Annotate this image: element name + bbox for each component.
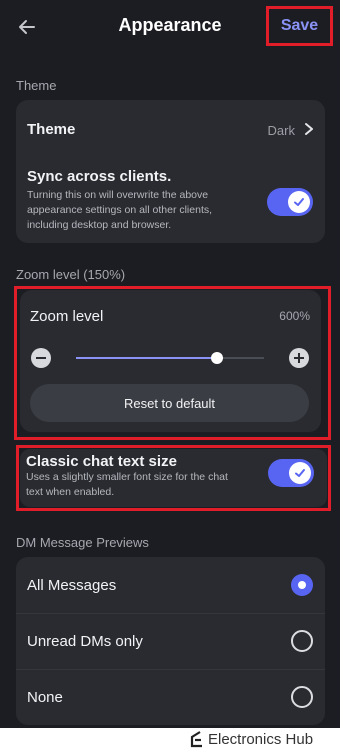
theme-section-label: Theme bbox=[16, 78, 57, 93]
sync-row: Sync across clients. Turning this on wil… bbox=[16, 158, 325, 243]
sync-row-title: Sync across clients. bbox=[27, 168, 172, 185]
radio-dot bbox=[298, 581, 306, 589]
chevron-right-icon bbox=[305, 123, 313, 135]
classic-chat-toggle[interactable] bbox=[268, 459, 314, 487]
option-unread-dms-only[interactable]: Unread DMs only bbox=[16, 613, 325, 669]
sync-row-description: Turning this on will overwrite the above… bbox=[27, 189, 213, 231]
top-bar: Appearance Save bbox=[0, 0, 340, 54]
save-button[interactable]: Save bbox=[266, 6, 333, 46]
option-label: None bbox=[27, 689, 63, 706]
radio-all-messages[interactable] bbox=[291, 574, 313, 596]
electronics-hub-logo-icon bbox=[190, 731, 202, 748]
watermark: Electronics Hub bbox=[0, 728, 340, 751]
theme-value: Dark bbox=[267, 123, 295, 138]
theme-row-title: Theme bbox=[27, 121, 76, 138]
toggle-knob bbox=[288, 191, 310, 213]
classic-chat-description: Uses a slightly smaller font size for th… bbox=[26, 471, 228, 498]
classic-chat-card: Classic chat text size Uses a slightly s… bbox=[20, 449, 327, 507]
zoom-title: Zoom level bbox=[30, 308, 104, 325]
theme-card: Theme Dark Sync across clients. Turning … bbox=[16, 100, 325, 243]
option-none[interactable]: None bbox=[16, 669, 325, 725]
dm-previews-card: All Messages Unread DMs only None bbox=[16, 557, 325, 725]
slider-thumb[interactable] bbox=[211, 352, 223, 364]
check-icon bbox=[294, 198, 304, 206]
slider-fill bbox=[76, 357, 217, 359]
reset-to-default-button[interactable]: Reset to default bbox=[30, 384, 309, 422]
zoom-value: 600% bbox=[279, 309, 310, 323]
minus-circle-icon[interactable] bbox=[30, 347, 52, 369]
option-all-messages[interactable]: All Messages bbox=[16, 557, 325, 613]
sync-toggle[interactable] bbox=[267, 188, 313, 216]
check-icon bbox=[295, 469, 305, 477]
plus-circle-icon[interactable] bbox=[288, 347, 310, 369]
zoom-slider[interactable] bbox=[76, 348, 264, 368]
zoom-section-label: Zoom level (150%) bbox=[16, 267, 126, 282]
theme-row[interactable]: Theme Dark bbox=[16, 100, 325, 158]
radio-unread-dms-only[interactable] bbox=[291, 630, 313, 652]
option-label: All Messages bbox=[27, 577, 117, 594]
radio-none[interactable] bbox=[291, 686, 313, 708]
dm-section-label: DM Message Previews bbox=[16, 535, 149, 550]
zoom-card: Zoom level 600% Reset to default bbox=[20, 290, 321, 432]
option-label: Unread DMs only bbox=[27, 633, 143, 650]
classic-chat-title: Classic chat text size bbox=[26, 453, 177, 470]
toggle-knob bbox=[289, 462, 311, 484]
watermark-text: Electronics Hub bbox=[208, 731, 314, 748]
